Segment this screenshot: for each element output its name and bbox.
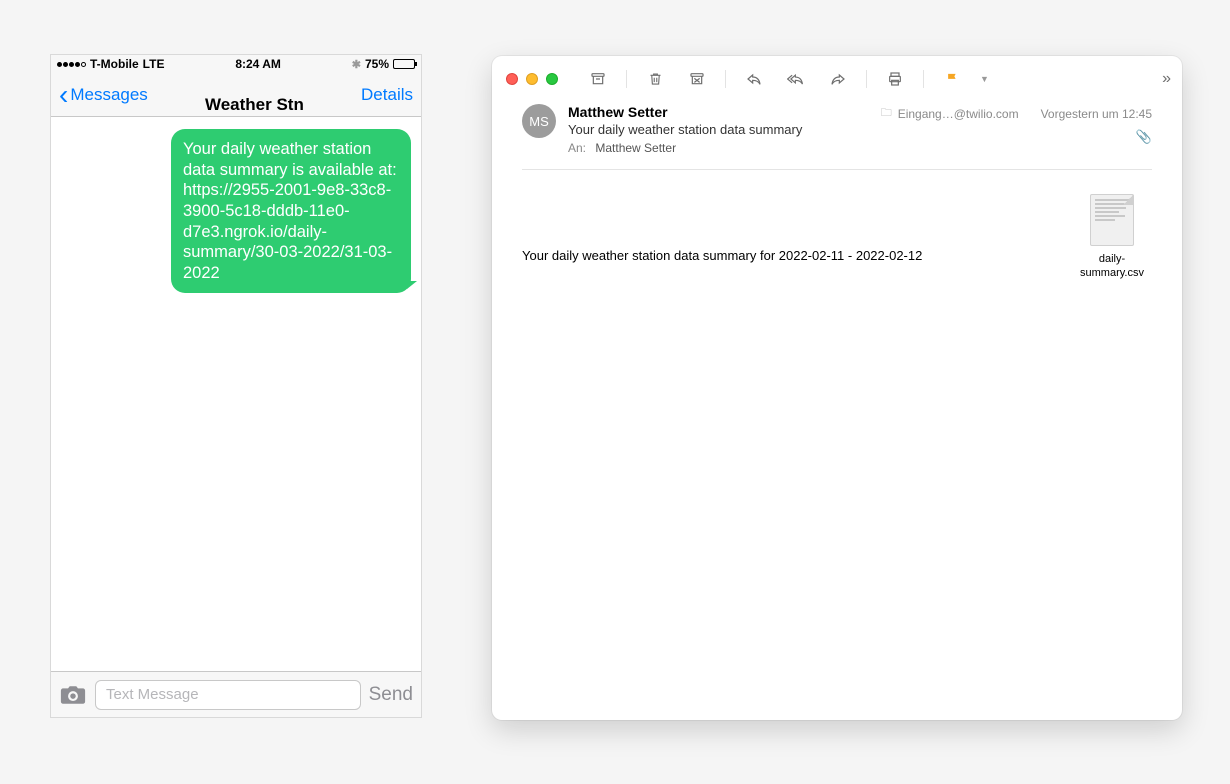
carrier-label: T-Mobile: [90, 57, 139, 71]
battery-icon: [393, 59, 415, 69]
outgoing-message-bubble[interactable]: Your daily weather station data summary …: [171, 129, 411, 293]
bluetooth-icon: ✱: [352, 58, 361, 71]
flag-dropdown-icon[interactable]: ▼: [980, 74, 989, 84]
back-label: Messages: [70, 85, 147, 105]
attachment-icon: 📎: [881, 129, 1152, 145]
mail-body-text: Your daily weather station data summary …: [522, 194, 1050, 263]
forward-button[interactable]: [822, 67, 854, 91]
status-time: 8:24 AM: [235, 57, 281, 71]
conversation-title: Weather Stn: [148, 95, 361, 115]
window-controls: [506, 73, 558, 85]
to-label: An:: [568, 141, 586, 155]
messages-area[interactable]: Your daily weather station data summary …: [51, 117, 421, 671]
minimize-window-button[interactable]: [526, 73, 538, 85]
mail-header: MS Matthew Setter Your daily weather sta…: [522, 102, 1152, 170]
camera-icon[interactable]: [59, 684, 87, 706]
reply-button[interactable]: [738, 67, 770, 91]
sender-name: Matthew Setter: [568, 104, 869, 120]
send-button[interactable]: Send: [369, 684, 413, 706]
print-button[interactable]: [879, 67, 911, 91]
attachment-filename: daily-summary.csv: [1072, 252, 1152, 281]
mail-subject: Your daily weather station data summary: [568, 122, 869, 137]
sender-avatar: MS: [522, 104, 556, 138]
signal-dots-icon: [57, 62, 86, 67]
back-button[interactable]: ‹ Messages: [59, 81, 148, 109]
archive-button[interactable]: [582, 67, 614, 91]
to-value: Matthew Setter: [595, 141, 676, 155]
reply-all-button[interactable]: [780, 67, 812, 91]
mailbox-icon: 🗀: [881, 104, 892, 123]
battery-pct: 75%: [365, 57, 389, 71]
status-right: ✱ 75%: [352, 57, 415, 71]
details-button[interactable]: Details: [361, 85, 413, 105]
attachment-item[interactable]: daily-summary.csv: [1072, 194, 1152, 281]
file-thumbnail-icon: [1090, 194, 1134, 246]
mail-window: ▼ » MS Matthew Setter Your daily weather…: [492, 56, 1182, 720]
junk-button[interactable]: [681, 67, 713, 91]
overflow-button[interactable]: »: [1162, 70, 1168, 88]
close-window-button[interactable]: [506, 73, 518, 85]
sms-app: T-Mobile LTE 8:24 AM ✱ 75% ‹ Messages We…: [50, 54, 422, 718]
status-left: T-Mobile LTE: [57, 57, 164, 71]
zoom-window-button[interactable]: [546, 73, 558, 85]
mailbox-label: Eingang…@twilio.com: [898, 107, 1019, 121]
flag-button[interactable]: [936, 67, 968, 91]
delete-button[interactable]: [639, 67, 671, 91]
mail-body: Your daily weather station data summary …: [492, 170, 1182, 720]
network-label: LTE: [143, 57, 165, 71]
nav-bar: ‹ Messages Weather Stn Details: [51, 73, 421, 117]
status-bar: T-Mobile LTE 8:24 AM ✱ 75%: [51, 55, 421, 73]
chevron-left-icon: ‹: [59, 81, 68, 109]
mail-toolbar: ▼ »: [492, 56, 1182, 102]
message-input[interactable]: [95, 680, 361, 710]
mail-date: Vorgestern um 12:45: [1041, 107, 1152, 121]
compose-bar: Send: [51, 671, 421, 717]
